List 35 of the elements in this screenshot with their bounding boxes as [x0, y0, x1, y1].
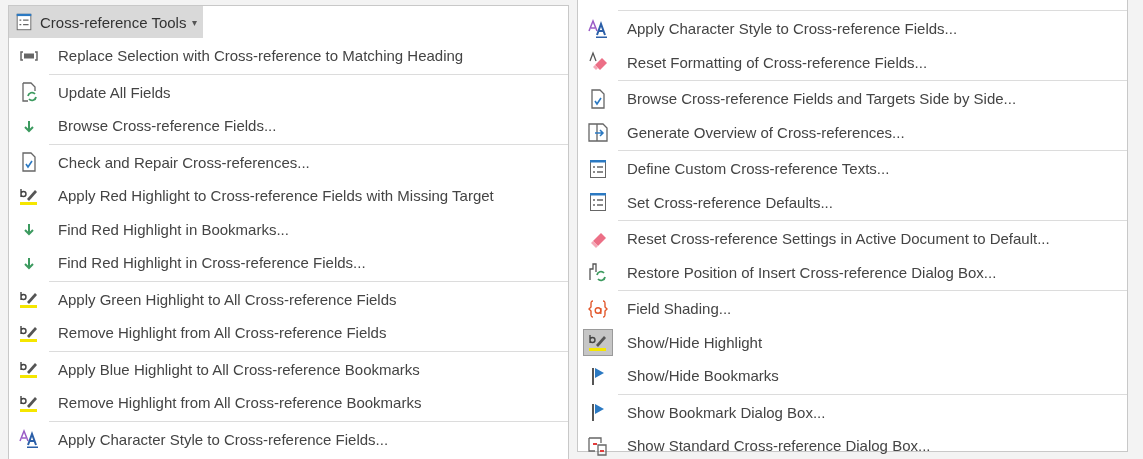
- menu-item[interactable]: Restore Position of Insert Cross-reference Dialog Box...: [578, 255, 1127, 289]
- menu-item[interactable]: Browse Cross-reference Fields and Targets Side by Side...: [578, 82, 1127, 116]
- menu-item[interactable]: Reset Formatting of Cross-reference Fields...: [578, 45, 1127, 79]
- menu-item[interactable]: Replace Selection with Cross-reference to Matching Heading: [9, 39, 568, 73]
- menu-item[interactable]: Field Shading...: [578, 292, 1127, 326]
- menu-item[interactable]: Apply Red Highlight to Cross-reference Fields with Missing Target: [9, 179, 568, 213]
- menu-item[interactable]: Apply Green Highlight to All Cross-reference Fields: [9, 282, 568, 316]
- menu-item[interactable]: Set Cross-reference Defaults...: [578, 185, 1127, 219]
- restore-icon: [587, 261, 609, 284]
- character-style-icon: [587, 17, 609, 40]
- menu-item[interactable]: Browse Cross-reference Fields...: [9, 109, 568, 143]
- dialog-icon: [587, 434, 609, 457]
- character-style-icon: [18, 428, 40, 451]
- menu-item[interactable]: Generate Overview of Cross-references...: [578, 115, 1127, 149]
- menu-item[interactable]: Update All Fields: [9, 75, 568, 109]
- menu-item[interactable]: Show/Hide Highlight: [578, 325, 1127, 359]
- form-icon: [587, 191, 609, 214]
- menu-item[interactable]: Apply Blue Highlight to All Cross-reference Bookmarks: [9, 352, 568, 386]
- menu-item[interactable]: Apply Character Style to Cross-reference Fields...: [578, 12, 1127, 46]
- form-icon: [587, 157, 609, 180]
- menu-item[interactable]: Show Bookmark Dialog Box...: [578, 395, 1127, 429]
- menu-item[interactable]: Find Red Highlight in Bookmarks...: [9, 212, 568, 246]
- menu-item[interactable]: Remove Highlight from All Cross-reference Bookmarks: [9, 386, 568, 420]
- menu-item[interactable]: Remove Highlight from All Cross-reference Fields: [9, 316, 568, 350]
- menu-item[interactable]: Apply Character Style to Cross-reference Fields...: [9, 422, 568, 456]
- form-icon: [14, 12, 34, 32]
- document-arrow-icon: [587, 121, 609, 144]
- menu-item[interactable]: Define Custom Cross-reference Texts...: [578, 152, 1127, 186]
- menu-item[interactable]: Show/Hide Bookmarks: [578, 359, 1127, 393]
- menu-item[interactable]: Find Red Highlight in Cross-reference Fields...: [9, 246, 568, 280]
- braces-icon: [587, 297, 609, 320]
- menu-item[interactable]: Reset Cross-reference Settings in Active Document to Default...: [578, 222, 1127, 256]
- tools-dropdown-button[interactable]: Cross-reference Tools ▾: [9, 6, 204, 38]
- menu-item[interactable]: Check and Repair Cross-references...: [9, 145, 568, 179]
- menu-item[interactable]: Show Standard Cross-reference Dialog Box...: [578, 429, 1127, 459]
